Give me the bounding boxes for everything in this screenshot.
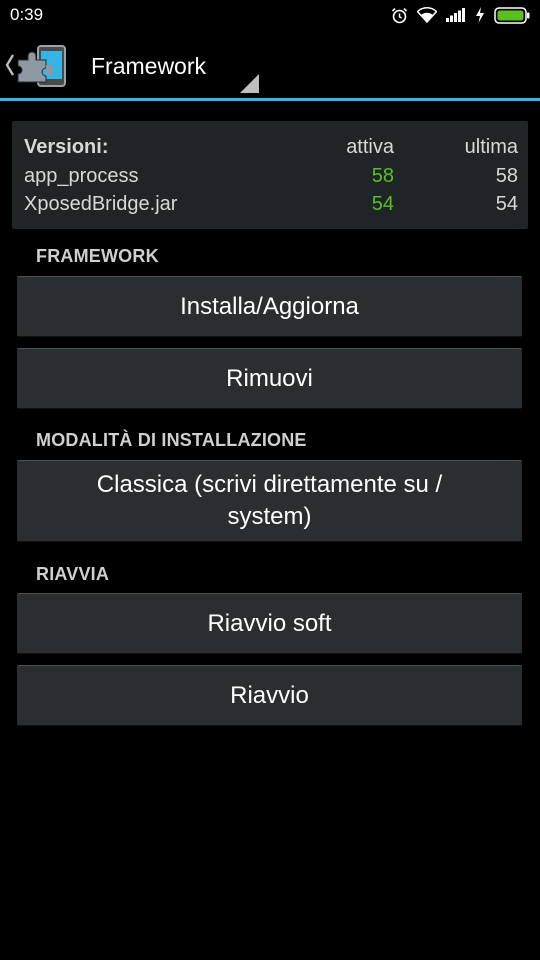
reboot-button[interactable]: Riavvio (17, 665, 522, 726)
action-bar: Framework (0, 32, 540, 99)
signal-icon (446, 8, 466, 22)
versions-header-row: Versioni: attiva ultima (24, 134, 518, 160)
install-update-button[interactable]: Installa/Aggiorna (17, 276, 522, 337)
remove-button[interactable]: Rimuovi (17, 348, 522, 409)
spinner-caret-icon[interactable] (240, 74, 259, 93)
battery-icon (494, 6, 530, 24)
status-bar: 0:39 (0, 0, 540, 30)
latest-column-header: ultima (464, 136, 518, 158)
section-header-framework: FRAMEWORK (36, 246, 159, 266)
version-row-xposedbridge: XposedBridge.jar 54 54 (24, 191, 518, 217)
status-time: 0:39 (10, 5, 44, 24)
version-row-active: 58 (371, 165, 394, 187)
versions-card: Versioni: attiva ultima app_process 58 5… (12, 121, 528, 229)
version-row-active: 54 (371, 193, 394, 215)
version-row-latest: 54 (495, 193, 518, 215)
versions-label: Versioni: (24, 136, 109, 158)
version-row-app-process: app_process 58 58 (24, 163, 518, 189)
back-caret-icon[interactable] (4, 52, 16, 78)
soft-reboot-button[interactable]: Riavvio soft (17, 593, 522, 654)
classic-install-mode-button[interactable]: Classica (scrivi direttamente su / syste… (17, 460, 522, 542)
version-row-name: app_process (24, 165, 139, 187)
version-row-latest: 58 (495, 165, 518, 187)
section-header-reboot: RIAVVIA (36, 564, 110, 584)
action-bar-title[interactable]: Framework (91, 52, 206, 80)
charging-icon (475, 7, 485, 23)
alarm-icon (391, 7, 408, 24)
wifi-icon (417, 7, 437, 23)
xposed-app-icon[interactable] (16, 44, 68, 88)
screen: 0:39 Framework Versioni: attiva ultima a… (0, 0, 540, 960)
status-icons (391, 6, 530, 24)
action-bar-divider (0, 98, 540, 101)
active-column-header: attiva (346, 136, 394, 158)
version-row-name: XposedBridge.jar (24, 193, 178, 215)
section-header-install-mode: MODALITÀ DI INSTALLAZIONE (36, 430, 307, 450)
